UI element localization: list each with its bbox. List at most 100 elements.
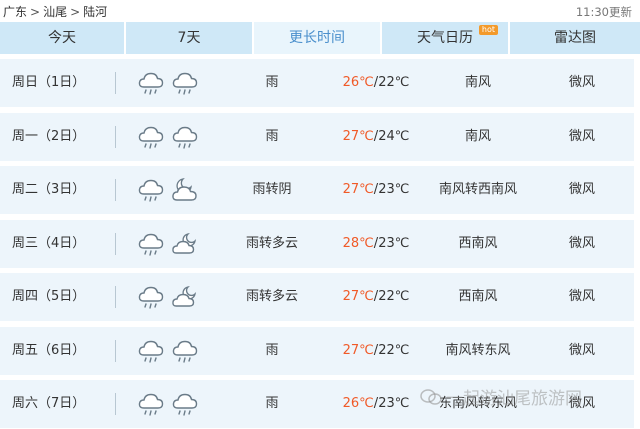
rain-cloud-icon [137, 337, 165, 365]
tab-radar[interactable]: 雷达图 [510, 22, 640, 54]
tab-label: 更长时间 [289, 30, 345, 46]
row-divider [115, 125, 116, 148]
temperature-range: 26℃/22℃ [336, 59, 416, 107]
weather-condition: 雨转阴 [252, 182, 292, 197]
wind-direction: 南风 [464, 75, 491, 90]
row-divider [115, 339, 116, 362]
weather-condition: 雨转多云 [245, 289, 298, 304]
high-temp: 27℃ [342, 289, 374, 304]
tab-label: 雷达图 [554, 30, 596, 46]
high-temp: 27℃ [342, 342, 374, 358]
forecast-tabs: 今天 7天 更长时间 天气日历 hot 雷达图 [0, 22, 640, 54]
partly-cloudy-night-icon [171, 230, 199, 258]
tab-weather-calendar[interactable]: 天气日历 hot [382, 22, 510, 54]
forecast-day: 周五（6日） [12, 342, 86, 358]
forecast-day: 周日（1日） [12, 75, 86, 90]
rain-cloud-icon [137, 69, 165, 97]
tab-today[interactable]: 今天 [0, 22, 126, 54]
rain-cloud-icon [137, 390, 165, 418]
high-temp: 27℃ [342, 182, 374, 197]
forecast-day: 周三（4日） [12, 235, 86, 251]
top-bar: 广东 > 汕尾 > 陆河 11:30更新 [0, 0, 640, 22]
wind-level: 微风 [568, 235, 595, 251]
rain-cloud-icon [171, 69, 199, 97]
temperature-range: 27℃/22℃ [336, 273, 416, 321]
row-divider [115, 179, 116, 201]
wechat-icon [420, 388, 442, 411]
temperature-range: 27℃/22℃ [336, 327, 416, 375]
weather-icons [137, 69, 199, 97]
wind-level: 微风 [568, 289, 595, 304]
rain-cloud-icon [137, 283, 165, 311]
breadcrumb-separator: > [70, 5, 81, 19]
breadcrumb-province[interactable]: 广东 [3, 3, 27, 20]
wind-direction: 西南风 [458, 235, 498, 251]
weather-icons [137, 283, 199, 311]
forecast-row: 周五（6日） 雨 27℃/22℃ 南风转东风 微风 [0, 326, 634, 375]
low-temp: 23℃ [378, 182, 410, 197]
weather-condition: 雨 [265, 342, 279, 358]
tab-label: 7天 [177, 30, 201, 46]
watermark-text: 一起游汕尾旅游网 [446, 389, 582, 409]
forecast-row: 周日（1日） 雨 26℃/22℃ 南风 微风 [0, 59, 634, 107]
weather-icons [137, 176, 199, 204]
breadcrumb: 广东 > 汕尾 > 陆河 [3, 3, 107, 20]
forecast-day: 周二（3日） [12, 182, 86, 197]
wind-level: 微风 [568, 182, 595, 197]
breadcrumb-separator: > [30, 5, 41, 19]
tab-label: 天气日历 [417, 30, 473, 46]
low-temp: 22℃ [378, 342, 410, 358]
update-time: 11:30更新 [575, 5, 632, 19]
weather-condition: 雨 [265, 128, 279, 144]
watermark: 一起游汕尾旅游网 [420, 384, 582, 411]
tab-label: 今天 [48, 30, 76, 46]
weather-condition: 雨转多云 [245, 235, 298, 251]
temperature-range: 27℃/24℃ [336, 113, 416, 161]
high-temp: 26℃ [342, 75, 374, 90]
rain-cloud-icon [137, 176, 165, 204]
breadcrumb-city[interactable]: 汕尾 [43, 3, 67, 20]
low-temp: 22℃ [378, 289, 410, 304]
rain-cloud-icon [137, 230, 165, 258]
breadcrumb-county: 陆河 [83, 5, 108, 19]
forecast-row: 周二（3日） 雨转阴 27℃/23℃ 南风转西南风 微风 [0, 166, 634, 214]
forecast-day: 周六（7日） [12, 396, 86, 411]
weather-icons [137, 123, 199, 151]
rain-cloud-icon [137, 123, 165, 151]
low-temp: 23℃ [378, 235, 410, 251]
wind-direction: 南风转西南风 [438, 182, 517, 197]
overcast-night-icon [171, 176, 199, 204]
temperature-range: 27℃/23℃ [336, 166, 416, 214]
row-divider [115, 393, 116, 415]
temperature-range: 28℃/23℃ [336, 220, 416, 268]
low-temp: 22℃ [378, 75, 410, 90]
forecast-day: 周四（5日） [12, 289, 86, 304]
row-divider [115, 72, 116, 94]
high-temp: 28℃ [342, 235, 374, 251]
high-temp: 27℃ [342, 128, 374, 144]
weather-icons [137, 230, 199, 258]
partly-cloudy-night-icon [171, 283, 199, 311]
wind-direction: 南风转东风 [445, 342, 511, 358]
tab-longer-term[interactable]: 更长时间 [254, 22, 382, 54]
rain-cloud-icon [171, 337, 199, 365]
low-temp: 23℃ [378, 396, 410, 411]
wind-direction: 南风 [464, 128, 491, 144]
weather-icons [137, 390, 199, 418]
weather-condition: 雨 [265, 396, 279, 411]
forecast-row: 周三（4日） 雨转多云 28℃/23℃ 西南风 微风 [0, 219, 634, 268]
temperature-range: 26℃/23℃ [336, 380, 416, 428]
wind-level: 微风 [568, 128, 595, 144]
forecast-row: 周四（5日） 雨转多云 27℃/22℃ 西南风 微风 [0, 273, 634, 321]
wind-direction: 西南风 [458, 289, 498, 304]
wind-level: 微风 [568, 342, 595, 358]
weather-condition: 雨 [265, 75, 279, 90]
row-divider [115, 286, 116, 308]
forecast-row: 周一（2日） 雨 27℃/24℃ 南风 微风 [0, 112, 634, 161]
high-temp: 26℃ [342, 396, 374, 411]
rain-cloud-icon [171, 123, 199, 151]
tab-7days[interactable]: 7天 [126, 22, 254, 54]
wind-level: 微风 [568, 75, 595, 90]
row-divider [115, 232, 116, 255]
rain-cloud-icon [171, 390, 199, 418]
